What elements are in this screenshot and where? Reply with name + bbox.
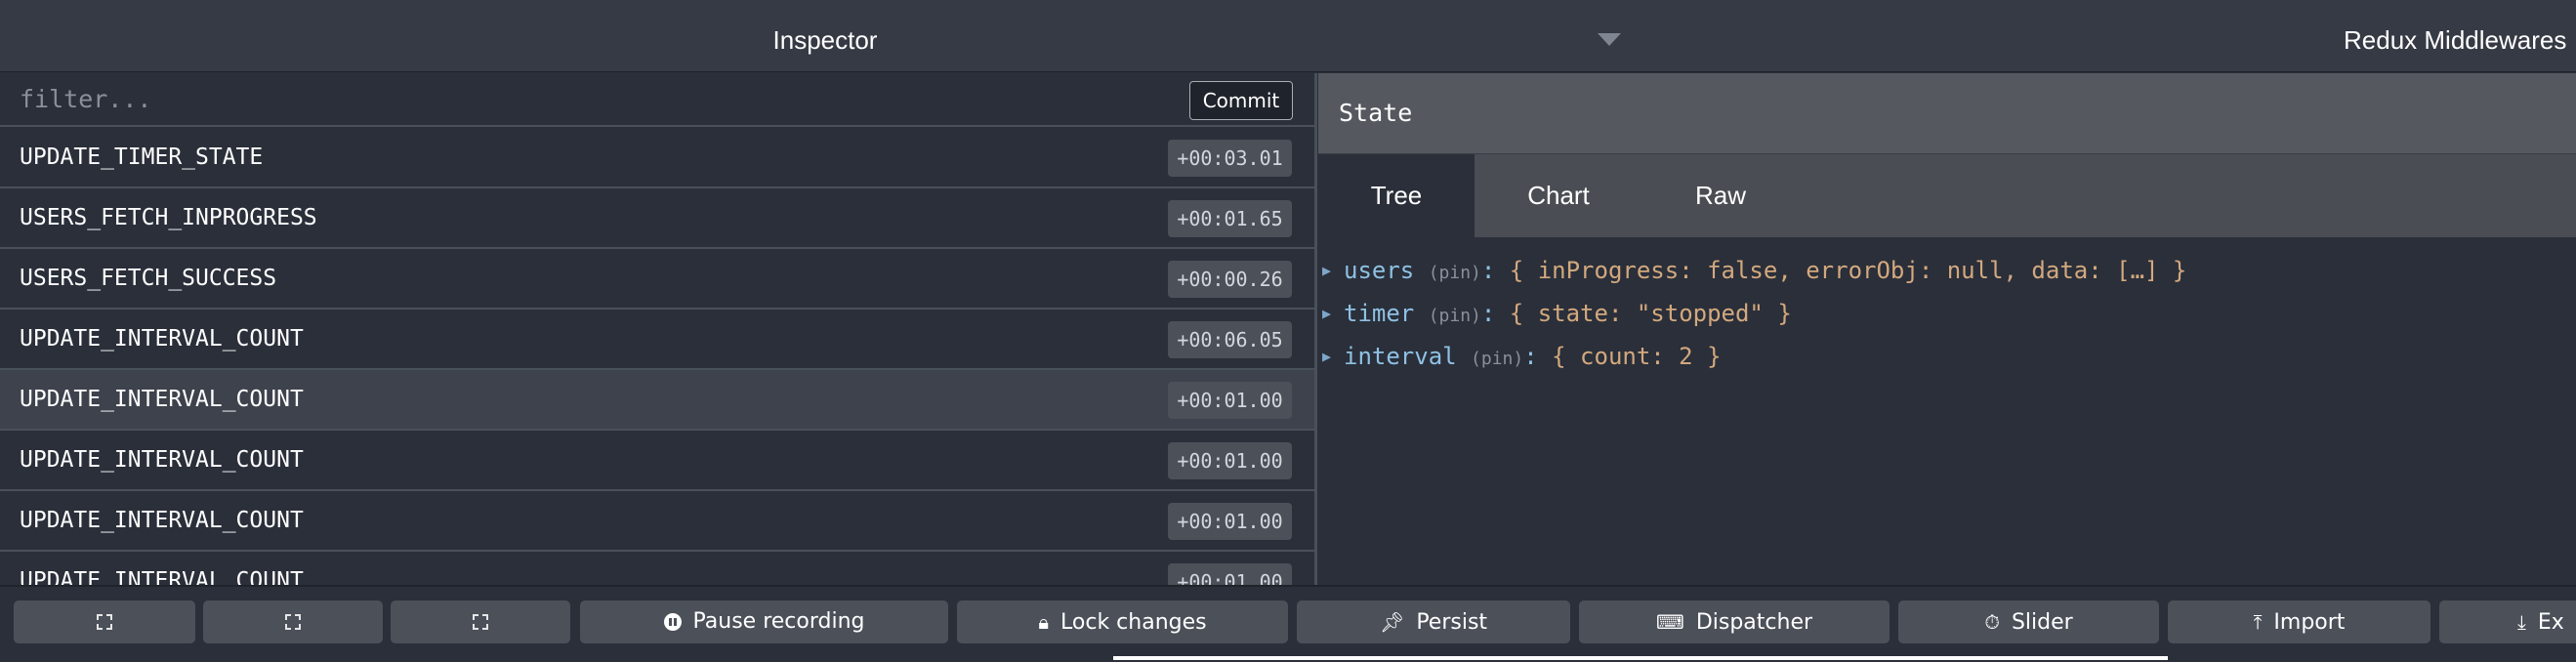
tree-node[interactable]: ▶ timer (pin): { state: "stopped" } bbox=[1318, 292, 2576, 335]
tab-tree[interactable]: Tree bbox=[1318, 154, 1475, 237]
action-item[interactable]: UPDATE_INTERVAL_COUNT +00:01.00 bbox=[0, 552, 1314, 585]
import-label: Import bbox=[2273, 610, 2346, 635]
action-time-badge: +00:01.65 bbox=[1168, 200, 1292, 237]
upload-icon: ⤒ bbox=[2253, 610, 2263, 634]
import-button[interactable]: ⤒ Import bbox=[2168, 600, 2431, 643]
chevron-down-icon[interactable] bbox=[1598, 33, 1621, 46]
action-item-selected[interactable]: UPDATE_INTERVAL_COUNT +00:01.00 bbox=[0, 370, 1314, 431]
dock-bottom-icon bbox=[473, 614, 488, 630]
export-label: Ex bbox=[2537, 610, 2564, 635]
state-tabs: Tree Chart Raw bbox=[1318, 153, 2576, 237]
monitor-select[interactable]: Inspector bbox=[0, 0, 1650, 72]
action-time-badge: +00:01.00 bbox=[1168, 563, 1292, 585]
action-item[interactable]: UPDATE_INTERVAL_COUNT +00:01.00 bbox=[0, 491, 1314, 552]
pin-link[interactable]: (pin) bbox=[1471, 349, 1523, 369]
persist-button[interactable]: 📌︎ Persist bbox=[1297, 600, 1570, 643]
action-time-badge: +00:01.00 bbox=[1168, 382, 1292, 419]
tree-value: { count: 2 } bbox=[1552, 343, 1722, 370]
dispatcher-button[interactable]: ⌨ Dispatcher bbox=[1579, 600, 1890, 643]
commit-button[interactable]: Commit bbox=[1189, 81, 1293, 120]
monitor-header: Inspector Redux Middlewares bbox=[0, 0, 2576, 72]
state-pane: State Tree Chart Raw ▶ users (pin): { in… bbox=[1318, 73, 2576, 585]
action-name: UPDATE_INTERVAL_COUNT bbox=[20, 326, 304, 352]
download-icon: ⤓ bbox=[2517, 610, 2526, 634]
action-time-badge: +00:01.00 bbox=[1168, 503, 1292, 540]
dock-left-icon bbox=[97, 614, 112, 630]
expand-arrow-icon[interactable]: ▶ bbox=[1322, 335, 1331, 378]
action-name: UPDATE_INTERVAL_COUNT bbox=[20, 508, 304, 533]
tab-chart[interactable]: Chart bbox=[1480, 154, 1637, 237]
tree-value: { state: "stopped" } bbox=[1509, 300, 1792, 327]
action-name: UPDATE_INTERVAL_COUNT bbox=[20, 387, 304, 412]
lock-changes-label: Lock changes bbox=[1060, 610, 1207, 635]
slider-button[interactable]: ⏱︎ Slider bbox=[1898, 600, 2159, 643]
dock-left-button[interactable] bbox=[14, 600, 195, 643]
keyboard-icon: ⌨ bbox=[1655, 610, 1684, 634]
tree-key: users bbox=[1344, 257, 1415, 284]
action-item[interactable]: USERS_FETCH_SUCCESS +00:00.26 bbox=[0, 249, 1314, 310]
action-item[interactable]: UPDATE_INTERVAL_COUNT +00:01.00 bbox=[0, 431, 1314, 491]
action-name: UPDATE_TIMER_STATE bbox=[20, 145, 264, 170]
window-edge bbox=[1113, 656, 2168, 660]
pin-icon: 📌︎ bbox=[1379, 610, 1405, 634]
action-time-badge: +00:01.00 bbox=[1168, 442, 1292, 479]
dispatcher-label: Dispatcher bbox=[1695, 610, 1813, 635]
stopwatch-icon: ⏱︎ bbox=[1984, 610, 2000, 634]
filter-input[interactable] bbox=[0, 73, 1172, 125]
lock-icon: 🔒︎ bbox=[1038, 610, 1050, 634]
action-name: UPDATE_INTERVAL_COUNT bbox=[20, 447, 304, 473]
state-title: State bbox=[1339, 99, 1413, 127]
action-name: USERS_FETCH_SUCCESS bbox=[20, 266, 277, 291]
pause-icon bbox=[663, 613, 682, 631]
action-list: UPDATE_TIMER_STATE +00:03.01 USERS_FETCH… bbox=[0, 128, 1314, 585]
pause-recording-button[interactable]: Pause recording bbox=[580, 600, 948, 643]
action-name: USERS_FETCH_INPROGRESS bbox=[20, 205, 317, 230]
action-item[interactable]: UPDATE_TIMER_STATE +00:03.01 bbox=[0, 128, 1314, 188]
action-item[interactable]: USERS_FETCH_INPROGRESS +00:01.65 bbox=[0, 188, 1314, 249]
filter-bar: Commit bbox=[0, 73, 1314, 127]
right-monitor-select[interactable]: Redux Middlewares bbox=[2344, 0, 2566, 72]
pause-recording-label: Pause recording bbox=[692, 609, 865, 634]
tree-key: interval bbox=[1344, 343, 1457, 370]
persist-label: Persist bbox=[1416, 610, 1488, 635]
dock-bottom-button[interactable] bbox=[391, 600, 570, 643]
action-list-pane: Commit UPDATE_TIMER_STATE +00:03.01 USER… bbox=[0, 73, 1317, 585]
slider-label: Slider bbox=[2011, 610, 2073, 635]
expand-arrow-icon[interactable]: ▶ bbox=[1322, 292, 1331, 335]
action-item[interactable]: UPDATE_INTERVAL_COUNT +00:06.05 bbox=[0, 310, 1314, 370]
state-header: State bbox=[1318, 73, 2576, 153]
pin-link[interactable]: (pin) bbox=[1429, 306, 1481, 326]
tree-node[interactable]: ▶ users (pin): { inProgress: false, erro… bbox=[1318, 249, 2576, 292]
bottom-toolbar: Pause recording 🔒︎ Lock changes 📌︎ Persist… bbox=[0, 585, 2576, 662]
dock-right-icon bbox=[285, 614, 301, 630]
action-time-badge: +00:06.05 bbox=[1168, 321, 1292, 358]
action-time-badge: +00:03.01 bbox=[1168, 140, 1292, 177]
dock-right-button[interactable] bbox=[203, 600, 383, 643]
tree-value: { inProgress: false, errorObj: null, dat… bbox=[1509, 257, 2187, 284]
expand-arrow-icon[interactable]: ▶ bbox=[1322, 249, 1331, 292]
action-name: UPDATE_INTERVAL_COUNT bbox=[20, 568, 304, 585]
pin-link[interactable]: (pin) bbox=[1429, 263, 1481, 283]
state-tree: ▶ users (pin): { inProgress: false, erro… bbox=[1318, 249, 2576, 378]
tab-raw[interactable]: Raw bbox=[1642, 154, 1799, 237]
tree-node[interactable]: ▶ interval (pin): { count: 2 } bbox=[1318, 335, 2576, 378]
export-button[interactable]: ⤓ Ex bbox=[2439, 600, 2576, 643]
lock-changes-button[interactable]: 🔒︎ Lock changes bbox=[957, 600, 1288, 643]
action-time-badge: +00:00.26 bbox=[1168, 261, 1292, 298]
tree-key: timer bbox=[1344, 300, 1415, 327]
